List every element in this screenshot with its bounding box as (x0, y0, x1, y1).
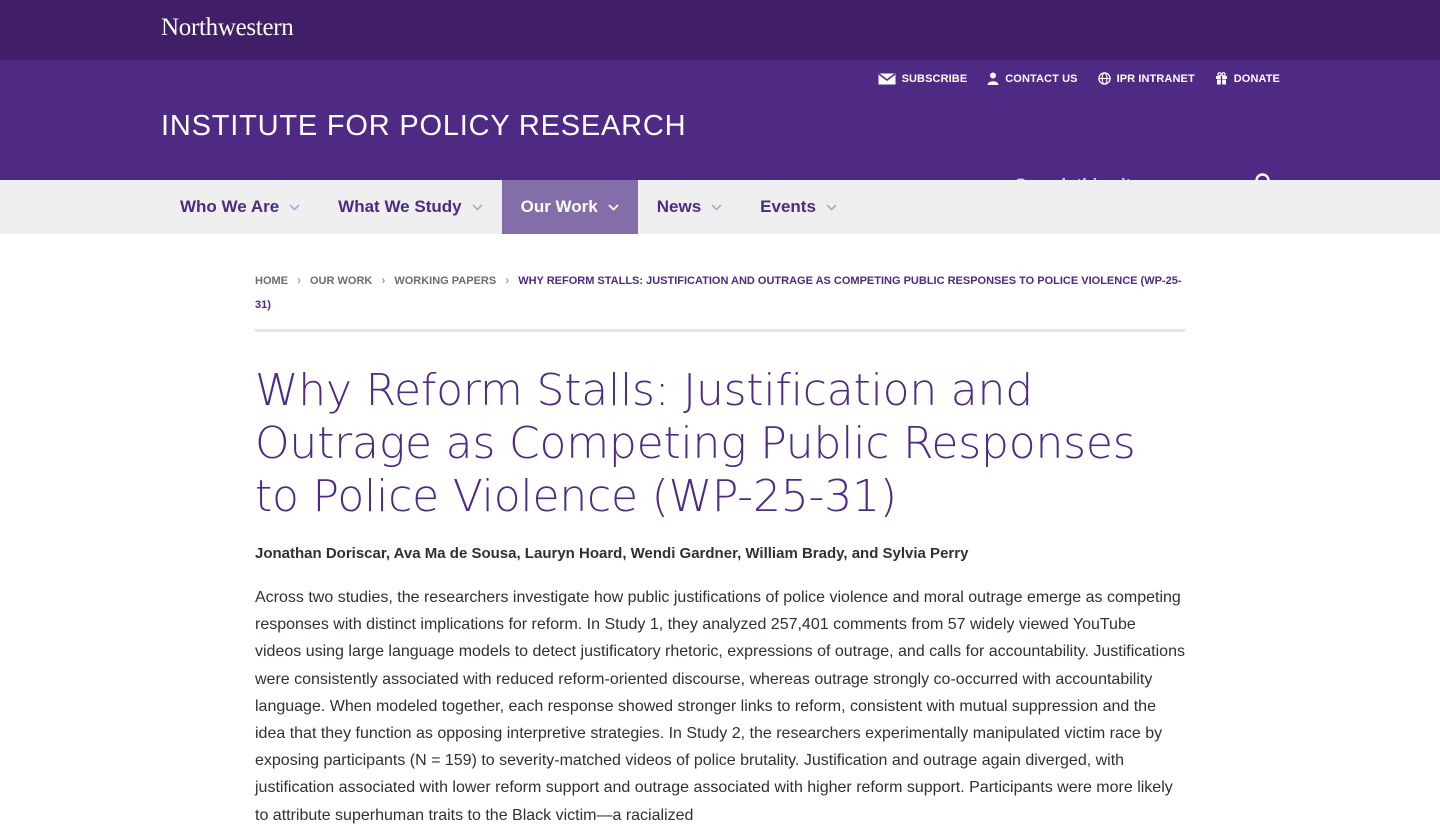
contact-us-link[interactable]: CONTACT US (987, 72, 1077, 85)
chevron-down-icon (472, 203, 483, 211)
main-content: HOME › OUR WORK › WORKING PAPERS › WHY REFORM … (255, 234, 1185, 829)
person-icon (987, 72, 999, 85)
subscribe-label: SUBSCRIBE (901, 72, 968, 85)
breadcrumb-working-papers[interactable]: WORKING PAPERS (394, 275, 496, 287)
breadcrumb: HOME › OUR WORK › WORKING PAPERS › WHY REFORM … (255, 234, 1185, 332)
utility-nav: SUBSCRIBE CONTACT US IPR INTRANET DONATE (878, 72, 1280, 85)
nav-what-we-study[interactable]: What We Study (319, 180, 501, 234)
nav-label: News (656, 197, 702, 216)
nav-label: Who We Are (180, 197, 280, 216)
nav-label: Our Work (520, 197, 598, 216)
main-nav: Who We Are What We Study Our Work News E… (0, 180, 1440, 234)
breadcrumb-home[interactable]: HOME (255, 275, 288, 287)
paper-authors: Jonathan Doriscar, Ava Ma de Sousa, Laur… (255, 545, 969, 562)
chevron-right-icon: › (297, 273, 301, 287)
nav-our-work[interactable]: Our Work (501, 180, 638, 234)
nav-who-we-are[interactable]: Who We Are (161, 180, 319, 234)
chevron-down-icon (289, 203, 300, 211)
contact-us-label: CONTACT US (1005, 72, 1078, 85)
ipr-intranet-label: IPR INTRANET (1116, 72, 1195, 85)
paper-abstract: Across two studies, the researchers inve… (255, 589, 1185, 824)
nav-label: Events (760, 197, 816, 216)
gift-icon (1215, 72, 1227, 85)
nav-events[interactable]: Events (741, 180, 856, 234)
site-title[interactable]: INSTITUTE FOR POLICY RESEARCH (161, 110, 686, 143)
breadcrumb-our-work[interactable]: OUR WORK (310, 275, 372, 287)
northwestern-logo[interactable]: Northwestern (161, 14, 294, 42)
nav-label: What We Study (338, 197, 462, 216)
chevron-right-icon: › (381, 273, 386, 287)
subscribe-link[interactable]: SUBSCRIBE (878, 73, 968, 85)
envelope-icon (878, 72, 896, 84)
chevron-right-icon: › (505, 273, 510, 287)
chevron-down-icon (711, 203, 722, 211)
ipr-intranet-link[interactable]: IPR INTRANET (1097, 72, 1195, 85)
page-title: Why Reform Stalls: Justification and Out… (255, 365, 1136, 522)
globe-icon (1097, 72, 1111, 85)
chevron-down-icon (826, 203, 837, 211)
chevron-down-icon (608, 203, 619, 211)
northwestern-bar: Northwestern (0, 0, 1440, 60)
site-header: SUBSCRIBE CONTACT US IPR INTRANET DONATE… (0, 60, 1440, 204)
donate-link[interactable]: DONATE (1215, 72, 1280, 85)
nav-news[interactable]: News (638, 180, 741, 234)
donate-label: DONATE (1233, 72, 1280, 85)
